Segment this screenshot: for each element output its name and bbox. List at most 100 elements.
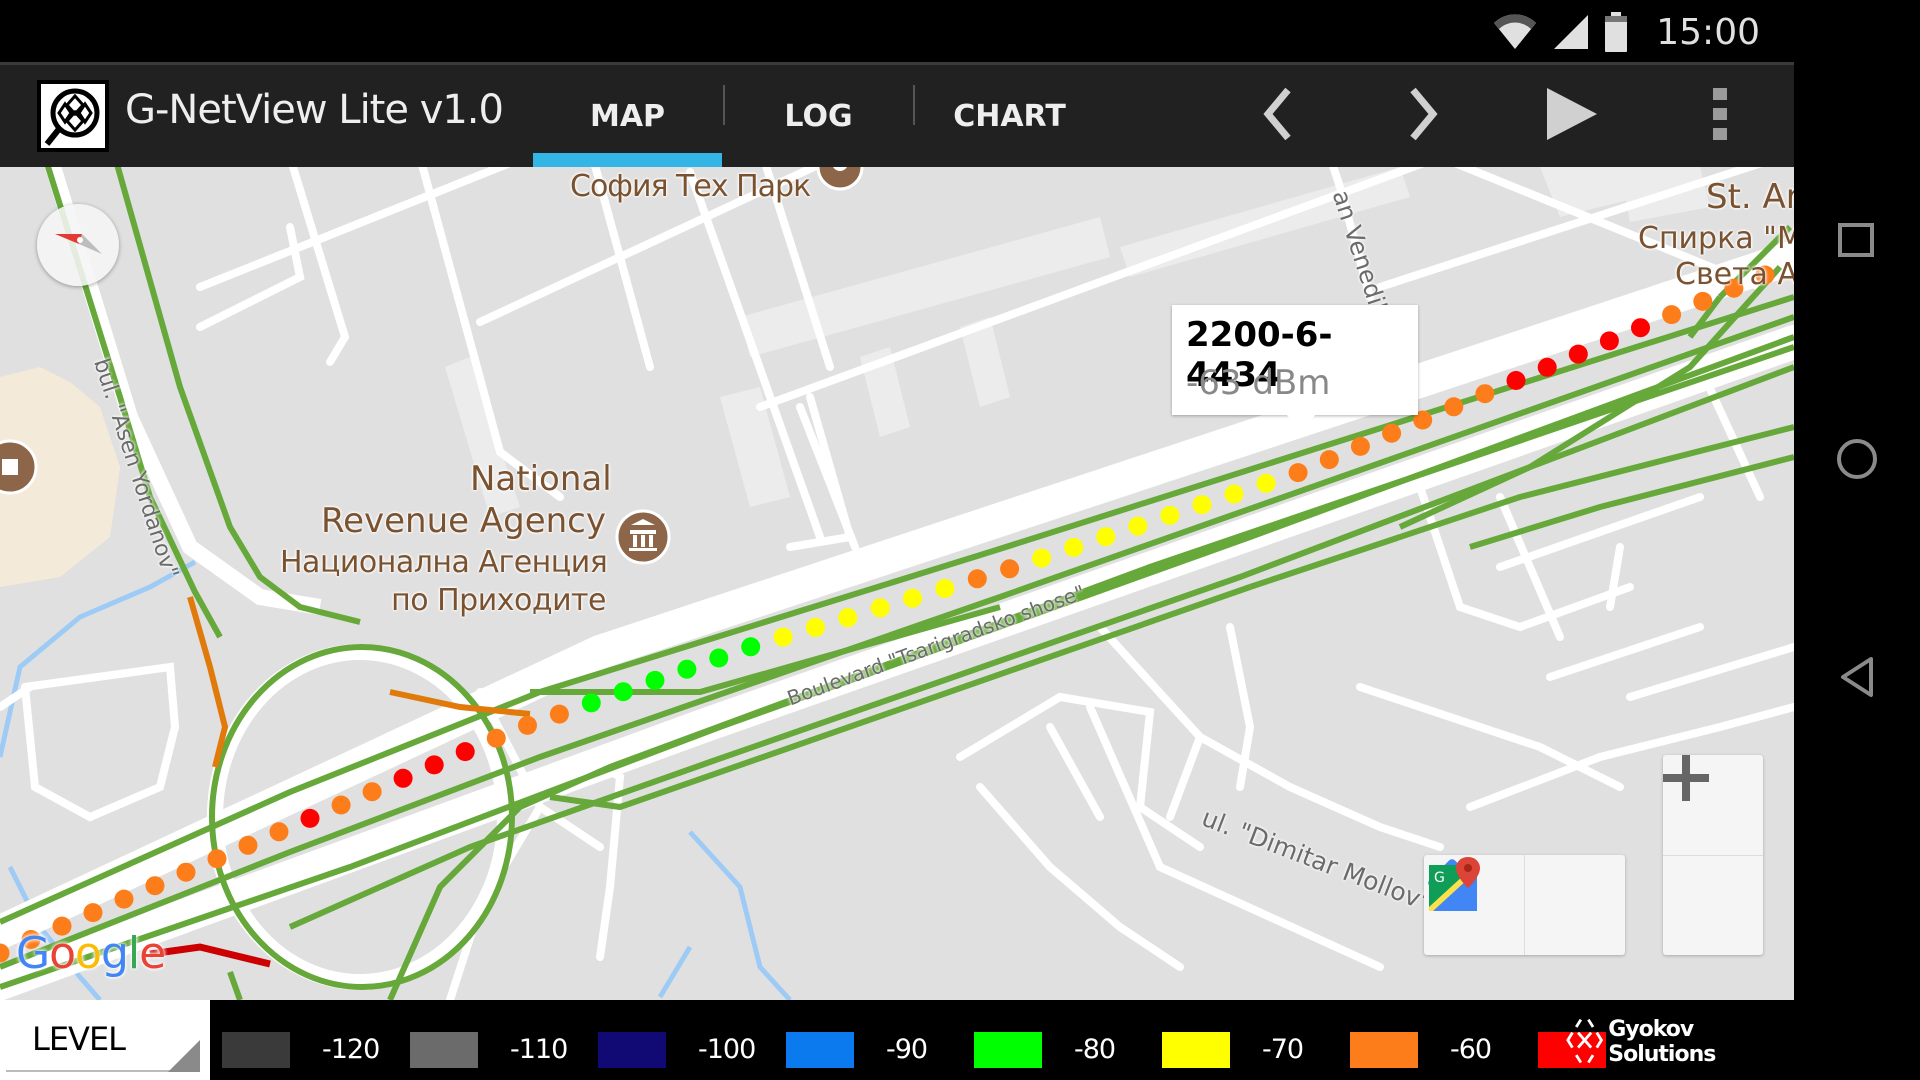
measurement-point[interactable] [903,588,922,608]
legend-value: -90 [886,1034,928,1065]
measurement-point[interactable] [549,704,569,724]
selected-tab-indicator [533,153,722,167]
measurement-point[interactable] [1256,473,1276,493]
measurement-point[interactable] [773,627,793,647]
google-logo: Google [16,928,166,979]
measurement-point[interactable] [114,889,134,909]
measurement-point[interactable] [1631,318,1650,338]
home-button[interactable] [1817,419,1897,499]
measurement-point[interactable] [741,637,761,657]
recent-apps-button[interactable] [1817,200,1897,280]
measurement-point[interactable] [1350,436,1370,456]
app-title: G-NetView Lite v1.0 [125,87,504,133]
zoom-out-button[interactable] [1663,774,1763,956]
measurement-point[interactable] [269,822,289,842]
measurement-point[interactable] [1599,331,1619,351]
measurement-point[interactable] [1444,397,1464,417]
back-icon [1841,657,1873,697]
measurement-point[interactable] [1662,305,1682,325]
wifi-icon [1494,14,1537,49]
measurement-point[interactable] [1192,495,1212,515]
legend-swatch [974,1032,1042,1068]
measurement-point[interactable] [581,693,601,713]
measurement-point[interactable] [1475,384,1495,404]
tab-map[interactable]: MAP [533,65,722,167]
measurement-point[interactable] [613,682,633,702]
measurement-point[interactable] [1128,516,1148,536]
measurement-point[interactable] [838,608,858,628]
minus-icon [1663,774,1709,782]
measurement-point[interactable] [1288,463,1308,483]
action-bar: G-NetView Lite v1.0 MAP LOG CHART [0,62,1794,167]
measurement-point[interactable] [300,808,320,828]
poi-marker-revenue-agency[interactable] [615,509,671,565]
legend-value: -80 [1074,1034,1116,1065]
chevron-right-icon [1410,87,1438,141]
measurement-point[interactable] [805,617,825,637]
open-in-google-maps-button[interactable]: G [1429,855,1625,955]
measurement-point[interactable] [1382,423,1402,443]
measurement-point[interactable] [1319,450,1339,470]
measurement-point[interactable] [331,795,351,815]
measurement-point[interactable] [645,670,665,690]
measurement-point[interactable] [709,648,729,668]
poi-label-tech-park: София Тех Парк [570,169,811,204]
map-toolbar: G [1424,855,1625,955]
play-button[interactable] [1536,79,1606,149]
back-button[interactable] [1817,637,1897,717]
signal-level: -63 dBm [1186,363,1331,403]
compass-button[interactable] [37,204,119,286]
poi-marker-park[interactable] [0,439,38,495]
measurement-point[interactable] [1096,527,1116,547]
marker-info-window: 2200-6-4434 -63 dBm [1172,305,1418,435]
measurement-point[interactable] [1224,484,1244,504]
measurement-point[interactable] [207,849,227,869]
measurement-point[interactable] [455,742,475,762]
legend-value: -110 [510,1034,568,1065]
brand-name: Gyokov Solutions [1608,1017,1716,1067]
measurement-point[interactable] [176,862,196,882]
measurement-point[interactable] [362,782,382,802]
level-selector[interactable]: LEVEL [0,1000,210,1080]
status-bar: 15:00 [0,0,1920,62]
next-button[interactable] [1388,79,1458,149]
measurement-point[interactable] [1693,291,1713,311]
measurement-point[interactable] [935,579,955,598]
poi-marker-tech-park[interactable] [816,167,864,191]
traffic-line-red [149,943,271,968]
tab-log-label: LOG [784,98,853,134]
tab-log[interactable]: LOG [724,65,913,167]
measurement-point[interactable] [518,715,537,735]
status-icons: 15:00 [1492,8,1760,56]
poi-label-agency-bg-2: по Приходите [391,583,606,618]
tab-map-label: MAP [589,98,666,134]
measurement-point[interactable] [393,768,413,788]
measurement-point[interactable] [83,903,103,923]
measurement-point[interactable] [870,598,890,618]
tab-chart-label: CHART [953,98,1066,134]
legend-swatch [1350,1032,1418,1068]
previous-button[interactable] [1243,79,1313,149]
legend-value: -120 [322,1034,380,1065]
measurement-point[interactable] [238,835,258,855]
level-selector-label: LEVEL [32,1020,126,1058]
measurement-point[interactable] [486,728,506,748]
measurement-point[interactable] [967,569,987,589]
measurement-point[interactable] [145,876,165,896]
measurement-point[interactable] [1506,371,1526,390]
measurement-point[interactable] [1032,548,1052,568]
poi-label-agency-en: National [470,459,612,499]
legend-swatch [222,1032,290,1068]
tab-chart[interactable]: CHART [915,65,1104,167]
measurement-point[interactable] [1064,537,1084,557]
overflow-menu-button[interactable] [1685,79,1755,149]
measurement-point[interactable] [677,659,697,679]
measurement-point[interactable] [1568,344,1588,364]
map-view[interactable]: София Тех Парк National Revenue Agency Н… [0,167,1794,1000]
measurement-point[interactable] [1000,559,1020,579]
cell-signal-icon [1554,15,1589,49]
svg-text:G: G [1434,870,1445,886]
measurement-point[interactable] [424,755,444,775]
measurement-point[interactable] [1160,505,1180,525]
measurement-point[interactable] [1537,357,1557,377]
